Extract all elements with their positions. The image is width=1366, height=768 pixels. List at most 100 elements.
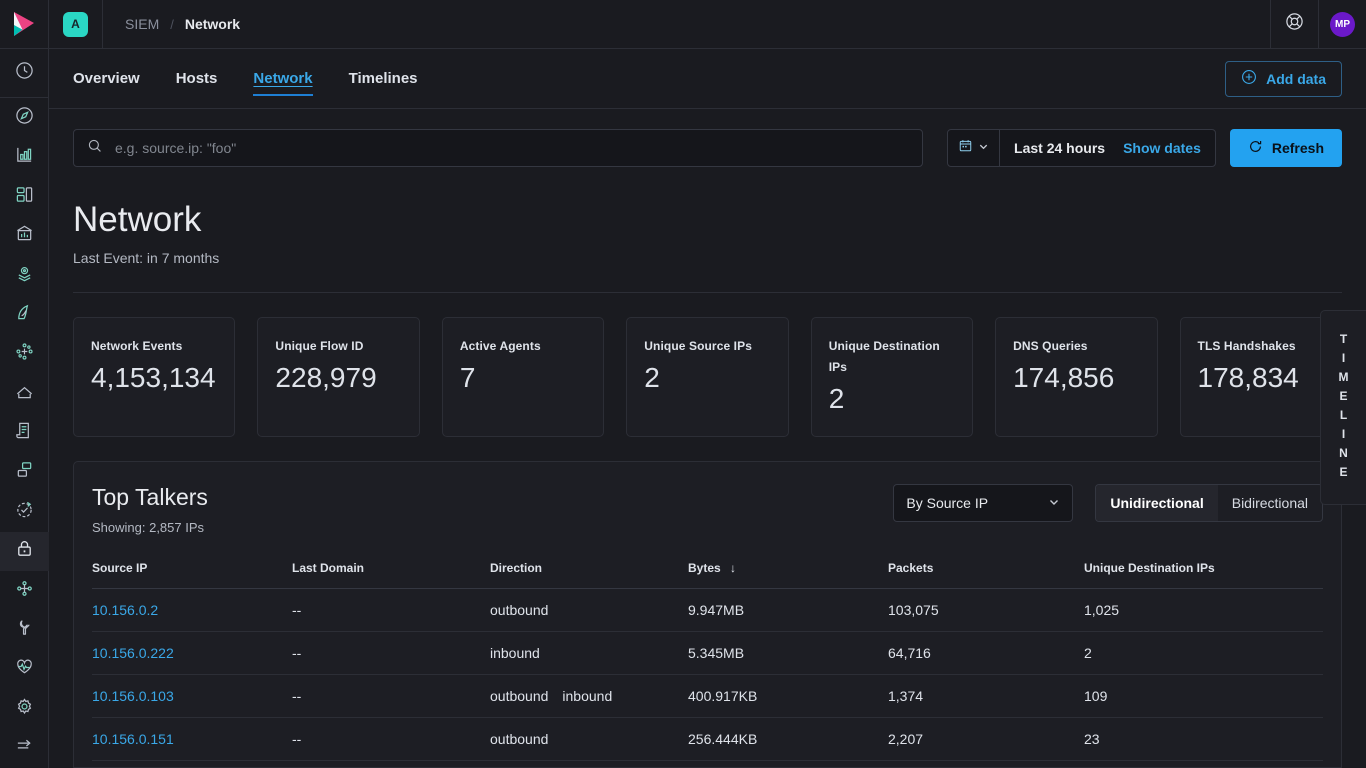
cell-source-ip[interactable]: 10.156.0.103 [92,674,292,718]
column-header-packets[interactable]: Packets [888,560,1084,589]
main-content: Overview Hosts Network Timelines Add dat… [49,49,1366,768]
cell-bytes: 5.345MB [688,631,888,675]
timeline-letter: I [1341,427,1346,441]
table-row: 10.156.0.222 -- inbound 5.345MB 64,716 2 [92,631,1323,675]
kibana-home-link[interactable] [0,0,49,49]
siem-tabs-bar: Overview Hosts Network Timelines Add dat… [49,49,1366,109]
stat-value: 178,834 [1197,361,1299,393]
sidebar-item-discover[interactable] [0,98,49,137]
cell-packets: 2,207 [888,717,1084,761]
cell-bytes: 9.947MB [688,588,888,632]
table-row: 10.156.0.2 -- outbound 9.947MB 103,075 1… [92,588,1323,632]
app-shell: Overview Hosts Network Timelines Add dat… [0,49,1366,768]
stat-title: Unique Destination IPs [828,338,940,374]
graph-icon [15,342,34,366]
sidebar-item-graph[interactable] [0,335,49,374]
timeline-letter: E [1339,465,1348,479]
timeline-letter: M [1338,370,1349,384]
tab-timelines[interactable]: Timelines [331,49,436,109]
toggle-unidirectional[interactable]: Unidirectional [1096,485,1218,522]
cell-source-ip[interactable]: 10.156.0.2 [92,588,292,632]
lifebuoy-icon [1285,12,1304,36]
sidebar-item-visualize[interactable] [0,138,49,177]
sidebar-item-machine-learning[interactable] [0,295,49,334]
sidebar-item-recently-viewed[interactable] [0,49,49,99]
sidebar-item-maps[interactable] [0,256,49,295]
kibana-logo-icon [13,12,35,36]
breadcrumb: SIEM / Network [103,16,240,32]
sidebar-item-dev-tools[interactable] [0,610,49,649]
sidebar-item-canvas[interactable] [0,216,49,255]
tab-network[interactable]: Network [235,49,330,109]
dashboard-icon [15,185,34,209]
breadcrumb-item-network[interactable]: Network [185,16,240,32]
search-placeholder: e.g. source.ip: "foo" [115,140,237,156]
breadcrumb-item-siem[interactable]: SIEM [125,16,159,32]
cell-source-ip[interactable]: 10.156.0.151 [92,717,292,761]
cell-packets: 64,716 [888,631,1084,675]
sidebar-item-infrastructure[interactable] [0,453,49,492]
help-menu-button[interactable] [1270,0,1318,49]
top-talkers-controls: By Source IP Unidirectional Bidirectiona… [893,484,1323,523]
cell-packets: 103,075 [888,588,1084,632]
column-header-bytes[interactable]: Bytes ↓ [688,560,888,589]
sidebar-item-siem[interactable] [0,531,49,571]
tab-overview[interactable]: Overview [73,49,158,109]
stat-value: 2 [644,361,660,393]
sidebar-item-apm[interactable] [0,374,49,413]
user-menu-button[interactable]: MP [1318,0,1366,49]
arrow-collapse-icon [15,736,34,760]
sidebar-item-uptime[interactable] [0,492,49,531]
sidebar-item-monitoring[interactable] [0,650,49,689]
search-input[interactable]: e.g. source.ip: "foo" [73,129,924,167]
refresh-button[interactable]: Refresh [1229,129,1342,167]
chevron-down-icon [978,139,989,157]
page-title: Network [73,200,202,239]
show-dates-link[interactable]: Show dates [1123,140,1201,156]
toggle-bidirectional[interactable]: Bidirectional [1218,485,1322,521]
direction-value: outbound [490,601,549,618]
stat-title: Active Agents [459,338,541,353]
cell-direction: outbound [490,588,688,632]
sidebar-item-logs[interactable] [0,413,49,452]
cell-unique-destination-ips: 1,025 [1084,588,1323,632]
cell-direction: outbound inbound [490,674,688,718]
table-header-row: Source IP Last Domain Direction Bytes ↓ … [92,560,1323,589]
column-header-source-ip[interactable]: Source IP [92,560,292,589]
table-row: 10.156.0.103 -- outbound inbound 400.917K… [92,674,1323,718]
direction-value: outbound [490,730,549,747]
refresh-label: Refresh [1271,140,1324,156]
cell-source-ip[interactable]: 10.156.0.222 [92,631,292,675]
date-range-label: Last 24 hours [1014,140,1106,156]
map-pin-icon [15,264,34,288]
avatar: MP [1330,11,1355,37]
top-talkers-header: Top Talkers Showing: 2,857 IPs By Source… [92,484,1323,535]
breadcrumb-separator: / [170,16,174,32]
canvas-icon [15,224,34,248]
timeline-flyout-tab[interactable]: T I M E L I N E [1320,310,1366,505]
space-badge: A [63,11,88,37]
stat-value: 2 [828,382,845,414]
last-event-subtitle: Last Event: in 7 months [73,249,220,266]
table-body: 10.156.0.2 -- outbound 9.947MB 103,075 1… [92,588,1323,761]
flow-target-select[interactable]: By Source IP [893,484,1074,523]
top-talkers-table: Source IP Last Domain Direction Bytes ↓ … [92,560,1323,761]
cell-direction: inbound [490,631,688,675]
stat-value: 228,979 [275,361,377,393]
sidebar-collapse-button[interactable] [0,729,49,768]
column-header-last-domain[interactable]: Last Domain [292,560,490,589]
add-data-button[interactable]: Add data [1225,60,1342,97]
date-range-display[interactable]: Last 24 hours Show dates [1000,130,1215,166]
sidebar-item-dashboard[interactable] [0,177,49,216]
column-header-direction[interactable]: Direction [490,560,688,589]
stat-card-unique-flow-id: Unique Flow ID 228,979 [257,316,420,438]
space-switcher[interactable]: A [49,0,103,49]
sort-descending-icon: ↓ [730,560,737,575]
sidebar-item-nodes[interactable] [0,571,49,610]
cell-unique-destination-ips: 2 [1084,631,1323,675]
column-header-unique-destination-ips[interactable]: Unique Destination IPs [1084,560,1323,589]
tab-hosts[interactable]: Hosts [158,49,236,109]
timeline-letter: L [1339,408,1348,422]
date-quick-select-button[interactable] [948,130,1001,166]
sidebar-item-management[interactable] [0,689,49,728]
